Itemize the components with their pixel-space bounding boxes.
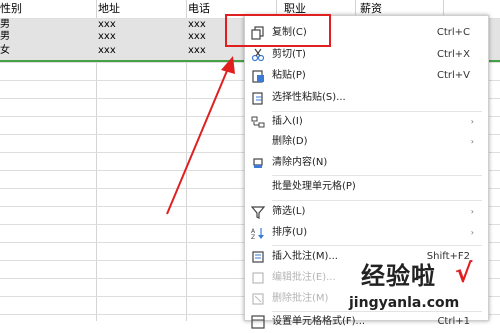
menu-item-shortcut: Ctrl+X (436, 49, 470, 60)
menu-item-cut[interactable]: 剪切(T) Ctrl+X (245, 45, 488, 65)
menu-item-label: 选择性粘贴(S)... (272, 92, 346, 103)
watermark-text-en: jingyanla.com (349, 295, 460, 311)
menu-item-label: 排序(U) (272, 227, 308, 238)
comment-delete-icon (251, 292, 265, 306)
menu-item-label: 清除内容(N) (272, 157, 328, 168)
submenu-arrow-icon: › (470, 137, 474, 146)
delete-icon (251, 135, 265, 149)
menu-item-label: 插入批注(M)... (272, 251, 338, 262)
menu-item-filter[interactable]: 筛选(L) › (245, 202, 488, 222)
menu-item-shortcut: Ctrl+C (436, 27, 470, 38)
insert-icon (251, 115, 265, 129)
menu-item-sort[interactable]: AZ 排序(U) › (245, 223, 488, 243)
paste-special-icon (251, 91, 265, 105)
paste-icon (251, 69, 265, 83)
menu-item-paste[interactable]: 粘贴(P) Ctrl+V (245, 66, 488, 86)
menu-item-label: 批量处理单元格(P) (272, 181, 356, 192)
scissors-icon (251, 48, 265, 62)
menu-item-delete[interactable]: 删除(D) › (245, 132, 488, 152)
menu-item-label: 剪切(T) (272, 49, 306, 60)
sort-icon: AZ (251, 226, 265, 241)
eraser-icon (251, 156, 265, 170)
comment-edit-icon (251, 271, 265, 285)
menu-item-insert[interactable]: 插入(I) › (245, 112, 488, 132)
highlight-box (225, 14, 331, 47)
menu-item-label: 删除(D) (272, 136, 308, 147)
menu-item-shortcut: Ctrl+V (436, 70, 470, 81)
menu-item-label: 插入(I) (272, 116, 303, 127)
filter-icon (250, 205, 266, 219)
menu-separator (272, 245, 482, 246)
menu-item-label: 筛选(L) (272, 206, 306, 217)
menu-separator (272, 200, 482, 201)
menu-item-label: 粘贴(P) (272, 70, 306, 81)
watermark: 经验啦 √ jingyanla.com (349, 259, 499, 318)
watermark-text-cn: 经验啦 (361, 262, 436, 290)
checkmark-icon: √ (455, 259, 473, 289)
menu-item-clear-content[interactable]: 清除内容(N) (245, 153, 488, 173)
menu-item-batch-cells[interactable]: 批量处理单元格(P) (245, 177, 488, 197)
comment-add-icon (251, 250, 265, 264)
submenu-arrow-icon: › (470, 117, 474, 126)
menu-item-label: 删除批注(M) (272, 293, 329, 304)
format-cells-icon (251, 315, 265, 329)
menu-item-paste-special[interactable]: 选择性粘贴(S)... (245, 88, 488, 108)
menu-separator (272, 175, 482, 176)
submenu-arrow-icon: › (470, 228, 474, 237)
submenu-arrow-icon: › (470, 207, 474, 216)
menu-item-label: 编辑批注(E)... (272, 272, 336, 283)
svg-text:Z: Z (251, 234, 255, 240)
